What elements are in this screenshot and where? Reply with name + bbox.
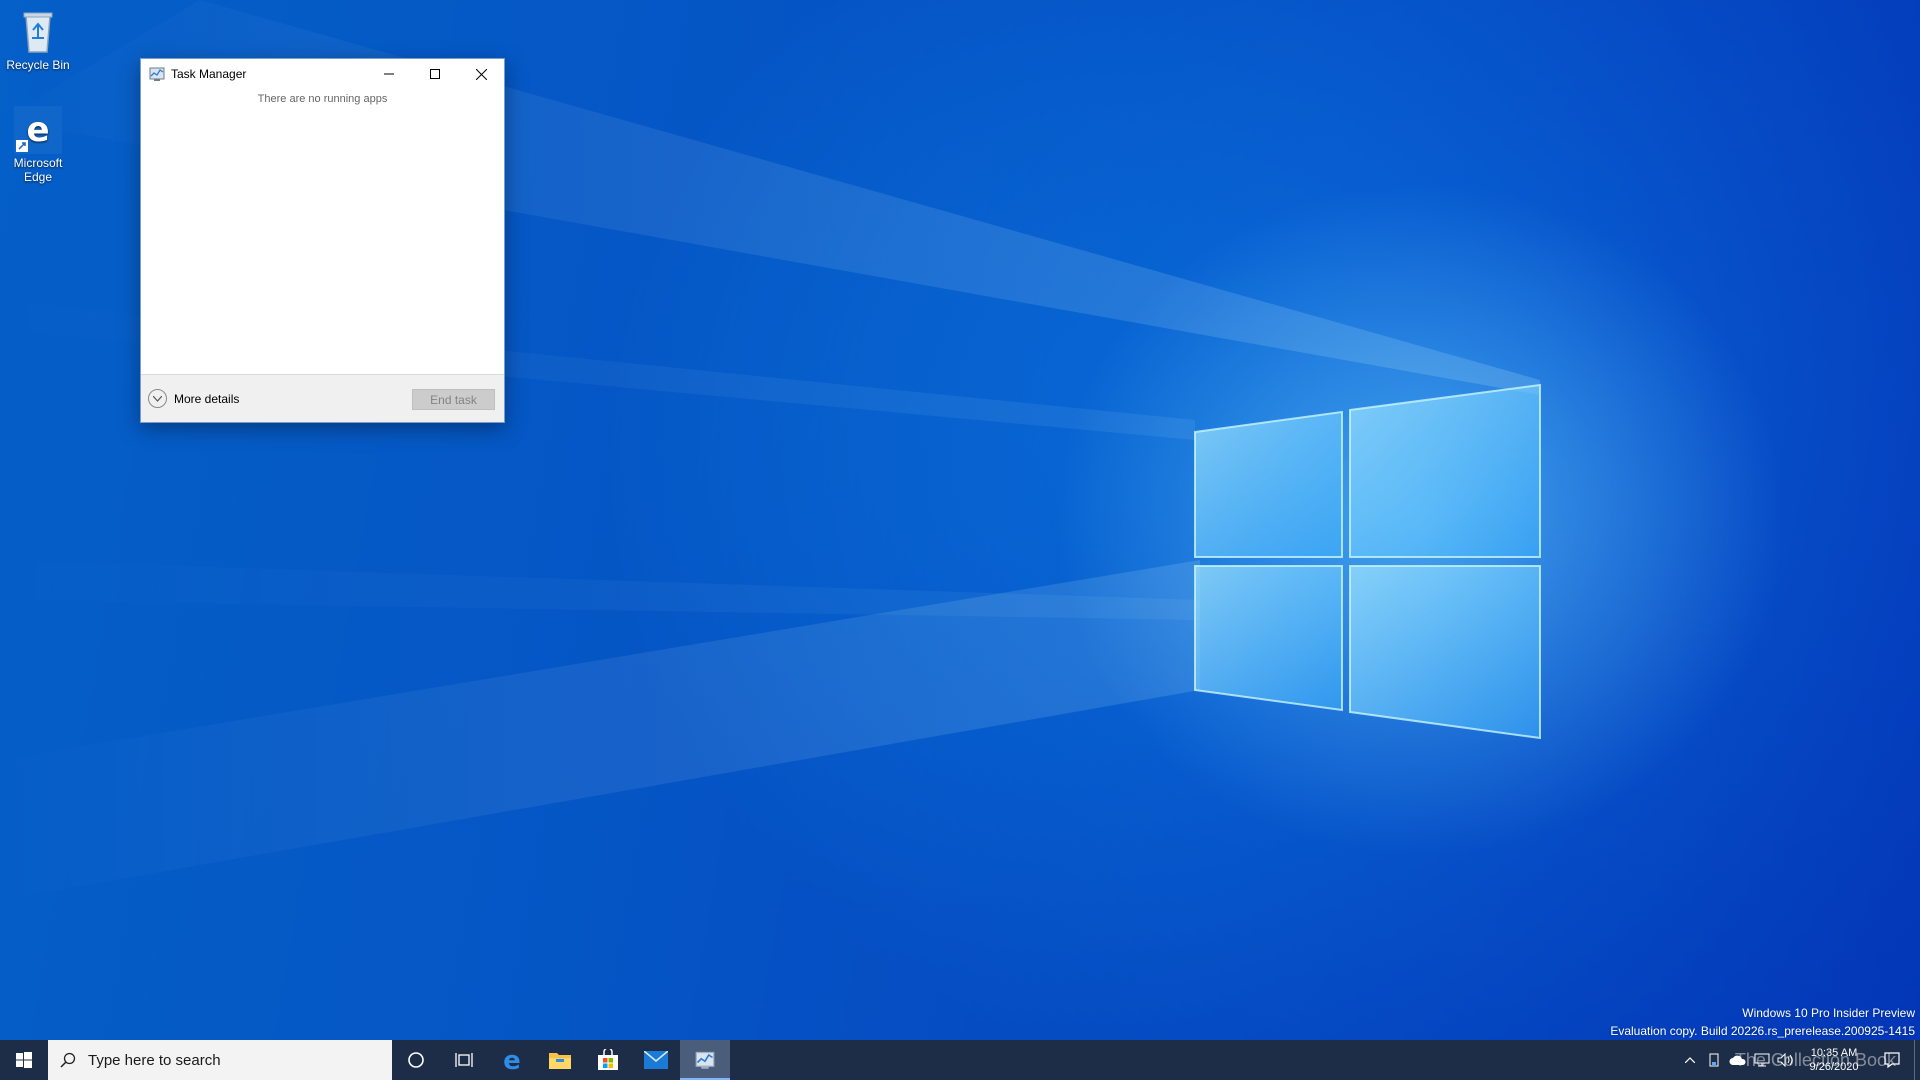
search-input[interactable]: Type here to search [48,1040,392,1080]
svg-text:e: e [503,1048,521,1072]
notification-icon [1884,1052,1900,1068]
maximize-icon [430,69,440,79]
more-details-label: More details [174,391,240,406]
build-watermark-line1: Windows 10 Pro Insider Preview [1742,1006,1915,1020]
tray-volume-button[interactable] [1774,1040,1798,1080]
mail-icon [644,1051,668,1069]
tray-onedrive-button[interactable] [1726,1040,1750,1080]
close-button[interactable] [458,59,504,89]
search-icon [60,1052,76,1068]
search-placeholder: Type here to search [88,1051,221,1069]
chevron-up-icon [1685,1057,1695,1063]
window-footer: More details End task [141,374,504,422]
svg-text:e: e [26,110,49,150]
taskbar-clock[interactable]: 10:35 AM 9/26/2020 [1798,1046,1870,1074]
tray-device-button[interactable] [1702,1040,1726,1080]
network-icon [1754,1053,1770,1067]
show-desktop-button[interactable] [1914,1040,1920,1080]
task-manager-icon [695,1051,715,1069]
task-manager-window[interactable]: Task Manager There are no running apps M… [140,58,505,423]
chevron-down-icon [148,389,167,408]
minimize-icon [384,73,394,75]
taskbar-task-manager-button[interactable] [680,1040,730,1080]
taskbar-mail-button[interactable] [632,1040,680,1080]
title-bar[interactable]: Task Manager [141,59,504,89]
taskbar-edge-button[interactable]: e [488,1040,536,1080]
desktop-background: Recycle Bin e Microsoft Edge Task Manage… [0,0,1920,1040]
onedrive-cloud-icon [1729,1055,1746,1065]
edge-label: Microsoft Edge [13,156,63,184]
close-icon [475,68,487,80]
task-manager-icon [149,67,165,81]
edge-icon: e [503,1048,521,1072]
empty-apps-message: There are no running apps [257,93,388,105]
edge-icon: e [14,106,62,154]
more-details-button[interactable]: More details [148,389,239,408]
end-task-button[interactable]: End task [412,389,495,410]
cortana-icon [408,1052,424,1068]
system-tray: 10:35 AM 9/26/2020 [1678,1040,1920,1080]
desktop-icon-microsoft-edge[interactable]: e Microsoft Edge [0,106,76,184]
taskbar: Type here to search e 10:35 AM 9/26/2020 [0,1040,1920,1080]
tray-network-button[interactable] [1750,1040,1774,1080]
file-explorer-icon [549,1053,571,1069]
maximize-button[interactable] [412,59,458,89]
windows-logo [1194,383,1541,740]
minimize-button[interactable] [366,59,412,89]
action-center-button[interactable] [1870,1040,1914,1080]
window-title: Task Manager [171,67,247,81]
tray-overflow-button[interactable] [1678,1040,1702,1080]
clock-time: 10:35 AM [1810,1047,1858,1059]
task-view-icon [455,1053,473,1067]
build-watermark-line2: Evaluation copy. Build 20226.rs_prerelea… [1610,1024,1915,1038]
device-icon [1709,1053,1719,1067]
task-view-button[interactable] [440,1040,488,1080]
taskbar-store-button[interactable] [584,1040,632,1080]
recycle-bin-label: Recycle Bin [6,58,70,72]
clock-date: 9/26/2020 [1809,1061,1859,1073]
windows-start-icon [16,1052,32,1068]
start-button[interactable] [0,1040,48,1080]
taskbar-file-explorer-button[interactable] [536,1040,584,1080]
recycle-bin-icon [23,12,53,53]
volume-icon [1777,1053,1793,1067]
store-icon [598,1049,618,1070]
desktop-icon-recycle-bin[interactable]: Recycle Bin [0,8,76,72]
cortana-button[interactable] [392,1040,440,1080]
